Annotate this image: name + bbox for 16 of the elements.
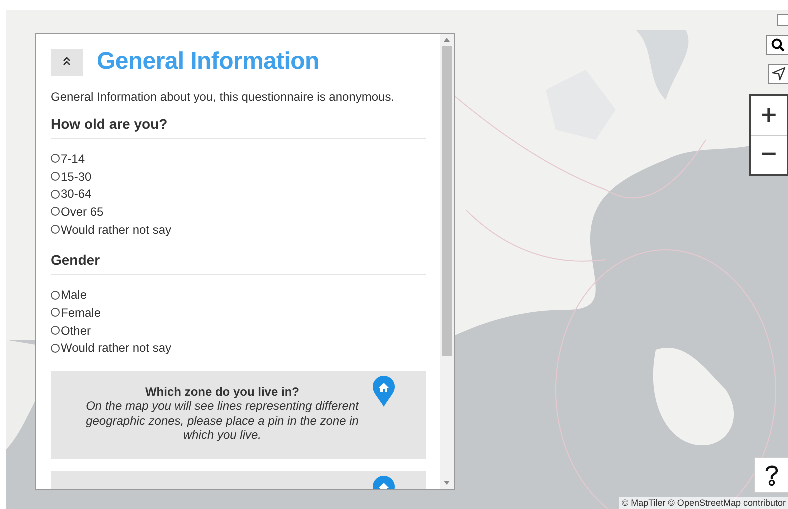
radio-option[interactable]: Female	[51, 304, 426, 322]
question-heading: Gender	[51, 252, 426, 276]
question-heading: Which zone do you live in?	[144, 385, 300, 400]
radio-option[interactable]: Male	[51, 286, 426, 304]
panel-description: General Information about you, this questionnaire is anonymous.	[51, 90, 396, 104]
radio-option[interactable]: Over 65	[51, 203, 426, 221]
panel-title: General Information	[97, 48, 320, 76]
question-heading: How old are you?	[51, 116, 426, 139]
radio-option[interactable]: Would rather not say	[51, 340, 426, 358]
radio-option[interactable]: Other	[51, 322, 426, 340]
radio-option[interactable]: 15-30	[51, 168, 426, 186]
radio-option[interactable]: 7-14	[51, 150, 426, 168]
map-attribution: © MapTiler © OpenStreetMap contributor	[619, 497, 788, 509]
question-instructions: On the map you will see lines representing different geographic zones, please place a pin in the zone in which you live.	[85, 399, 360, 443]
radio-option[interactable]: 30-64	[51, 185, 426, 204]
radio-option[interactable]: Would rather not say	[51, 220, 426, 238]
